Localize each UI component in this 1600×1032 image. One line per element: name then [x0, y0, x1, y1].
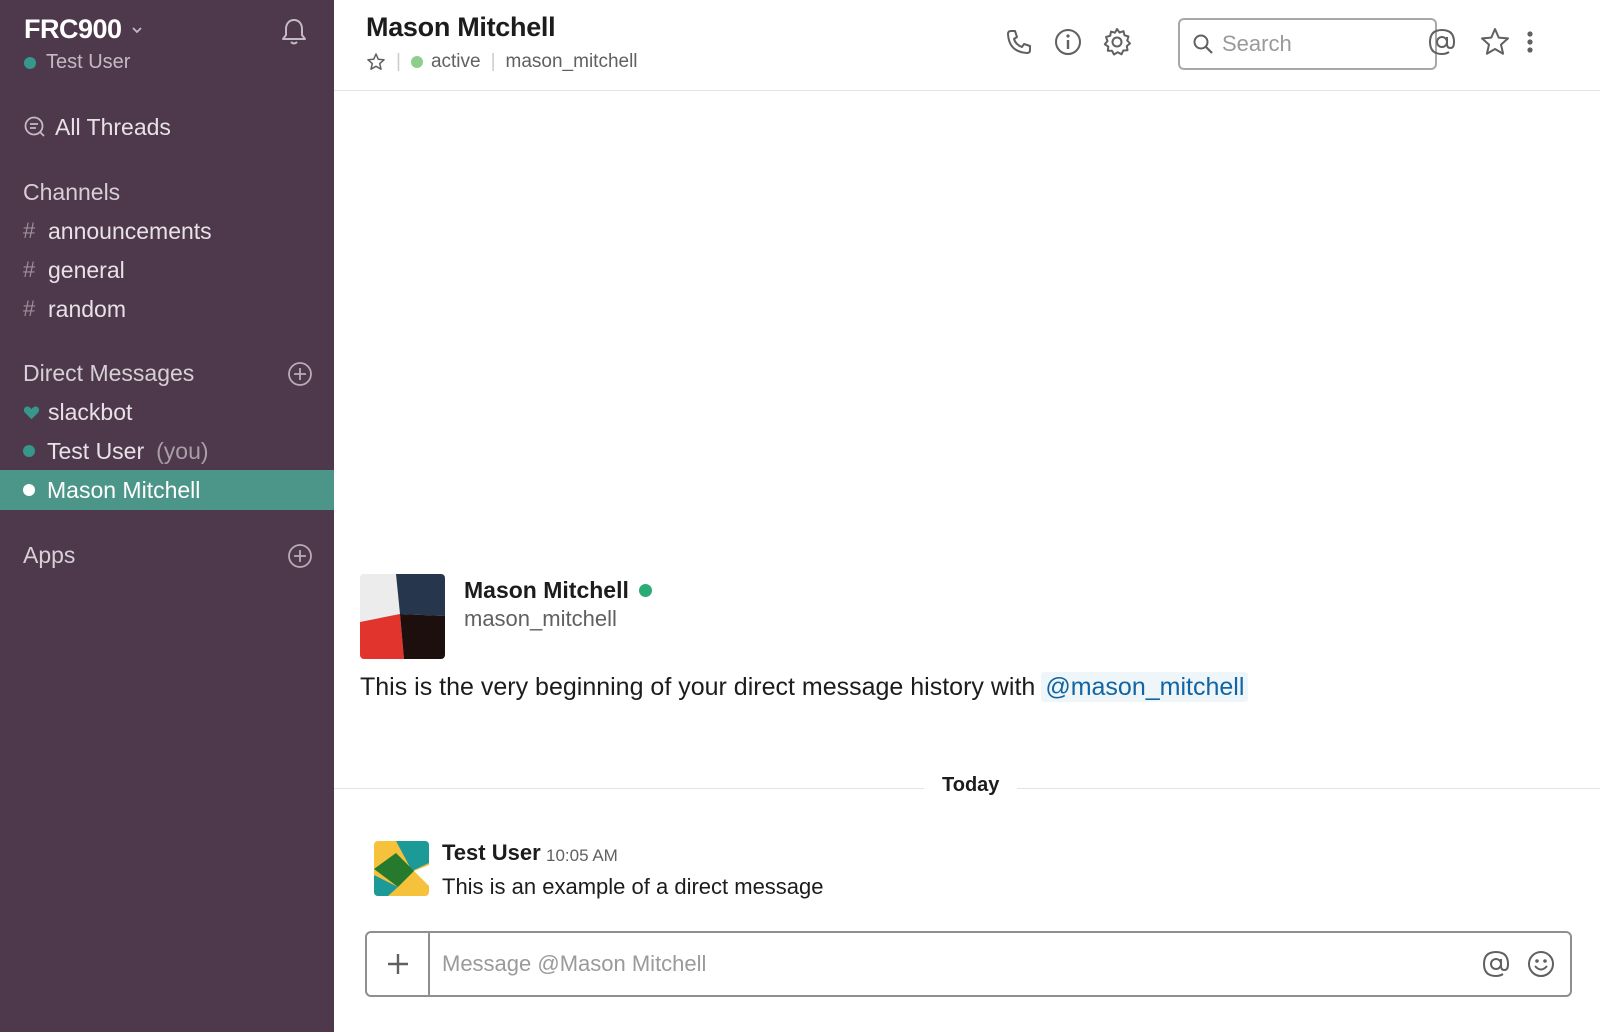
at-icon[interactable]: [1480, 948, 1512, 980]
page-title: Mason Mitchell: [366, 12, 556, 42]
chevron-down-icon: [131, 26, 142, 33]
avatar-image: [360, 574, 445, 659]
gear-icon[interactable]: [1101, 26, 1133, 58]
presence-dot: [638, 584, 652, 597]
channel-label: announcements: [48, 217, 212, 244]
intro-text: This is the very beginning of your direc…: [360, 672, 1249, 702]
section-label: Apps: [23, 541, 76, 568]
heart-icon: [23, 406, 40, 419]
sidebar-item-announcements[interactable]: # announcements: [0, 211, 334, 251]
search-input[interactable]: [1222, 31, 1412, 57]
message-text: This is an example of a direct message: [442, 874, 824, 899]
dm-label: slackbot: [48, 398, 133, 425]
intro-text-label: This is the very beginning of your direc…: [360, 673, 1036, 701]
you-label: (you): [156, 437, 209, 464]
at-icon[interactable]: [1426, 26, 1458, 58]
dm-label: Test User: [47, 437, 145, 464]
presence-dot: [24, 56, 36, 69]
presence-dot: [23, 445, 35, 457]
team-menu[interactable]: FRC900 Test User: [24, 14, 144, 74]
hash-icon: #: [23, 218, 36, 243]
sidebar-item-all-threads[interactable]: All Threads: [0, 107, 334, 147]
plus-circle-icon[interactable]: [287, 543, 313, 569]
plus-circle-icon[interactable]: [287, 361, 313, 387]
star-icon[interactable]: [1479, 26, 1511, 58]
sidebar-item-mason-mitchell[interactable]: Mason Mitchell: [0, 470, 334, 510]
status-text: active: [430, 51, 481, 72]
channel-header: Mason Mitchell | active | mason_mitchell: [334, 0, 1600, 91]
sidebar-item-random[interactable]: # random: [0, 289, 334, 329]
info-icon[interactable]: [1052, 26, 1084, 58]
intro-name[interactable]: Mason Mitchell: [464, 577, 652, 604]
intro-name-label: Mason Mitchell: [464, 577, 629, 603]
sidebar-item-slackbot[interactable]: slackbot: [0, 392, 334, 432]
threads-icon: [24, 116, 45, 137]
intro-handle: mason_mitchell: [464, 606, 617, 631]
team-name-label: FRC900: [24, 14, 122, 44]
day-divider-label: Today: [924, 774, 1018, 797]
channel-meta: | active | mason_mitchell: [366, 51, 638, 73]
kebab-icon[interactable]: [1522, 26, 1538, 58]
phone-icon[interactable]: [1003, 26, 1035, 58]
message-input[interactable]: [430, 933, 1480, 995]
handle-text: mason_mitchell: [505, 51, 638, 72]
section-label: Channels: [23, 178, 121, 205]
section-label: Direct Messages: [23, 359, 195, 386]
presence-dot: [23, 484, 35, 496]
star-icon[interactable]: [366, 52, 386, 72]
apps-header[interactable]: Apps: [0, 535, 334, 575]
sidebar-item-label: All Threads: [55, 113, 171, 140]
message-timestamp[interactable]: 10:05 AM: [546, 846, 618, 866]
avatar[interactable]: [374, 841, 429, 896]
hash-icon: #: [23, 296, 36, 321]
presence-dot: [410, 56, 423, 68]
current-user: Test User: [24, 51, 144, 74]
channel-label: random: [48, 295, 126, 322]
avatar[interactable]: [360, 574, 445, 659]
emoji-icon[interactable]: [1525, 948, 1557, 980]
dm-label: Mason Mitchell: [47, 476, 201, 503]
sidebar-item-test-user[interactable]: Test User (you): [0, 431, 334, 471]
current-user-name: Test User: [46, 51, 131, 73]
channel-label: general: [48, 256, 125, 283]
avatar-image: [374, 841, 429, 896]
sidebar-item-general[interactable]: # general: [0, 250, 334, 290]
sidebar: FRC900 Test User All Threads Channels # …: [0, 0, 334, 1032]
plus-icon: [387, 954, 408, 974]
attach-button[interactable]: [367, 933, 430, 995]
dm-header[interactable]: Direct Messages: [0, 353, 334, 393]
team-name[interactable]: FRC900: [24, 14, 144, 45]
message-pane: Mason Mitchell mason_mitchell This is th…: [334, 91, 1600, 1032]
search-box[interactable]: [1178, 18, 1437, 70]
search-icon: [1193, 34, 1213, 54]
message-composer: [365, 931, 1572, 997]
channels-header[interactable]: Channels: [0, 172, 334, 212]
hash-icon: #: [23, 257, 36, 282]
separator: |: [490, 51, 496, 72]
separator: |: [396, 51, 401, 72]
mention-link[interactable]: @mason_mitchell: [1041, 672, 1249, 702]
bell-icon[interactable]: [278, 16, 310, 48]
message-author[interactable]: Test User: [442, 840, 541, 866]
